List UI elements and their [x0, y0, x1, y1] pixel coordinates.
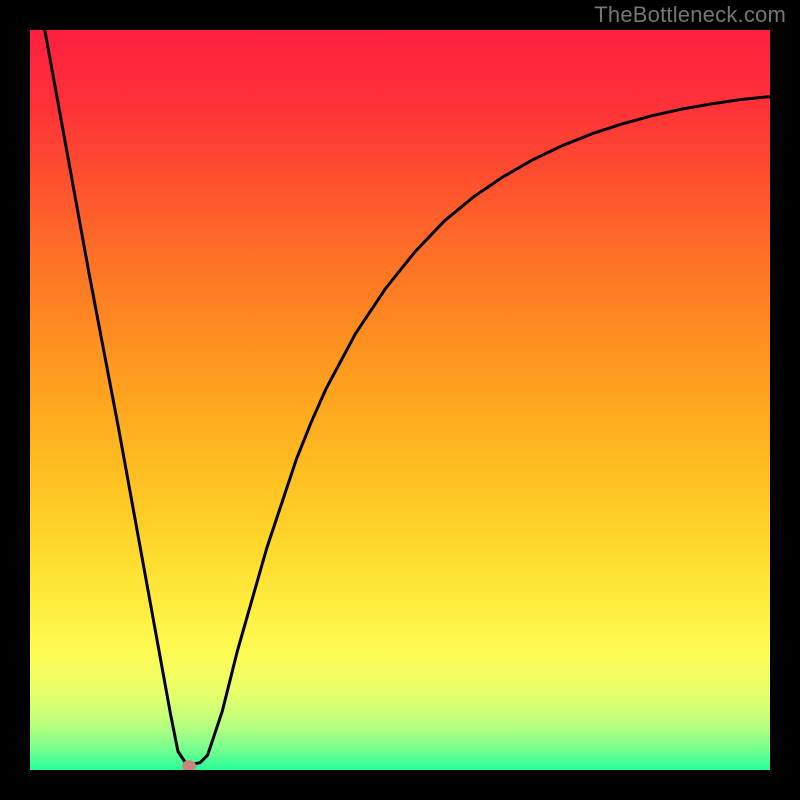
watermark-text: TheBottleneck.com — [594, 2, 786, 28]
gradient-background — [30, 30, 770, 770]
chart-container: TheBottleneck.com — [0, 0, 800, 800]
plot-area — [30, 30, 770, 770]
chart-svg — [30, 30, 770, 770]
